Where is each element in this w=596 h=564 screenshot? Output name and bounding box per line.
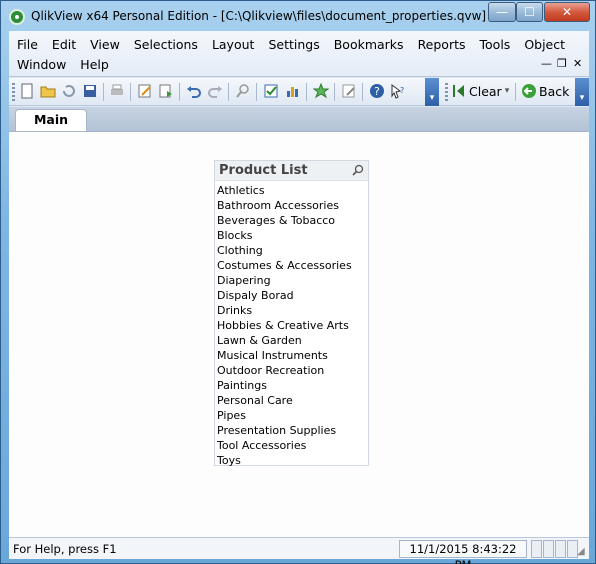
status-indicator: [543, 540, 554, 558]
close-button[interactable]: ✕: [544, 2, 590, 22]
resize-grip-icon[interactable]: ◢: [577, 546, 585, 557]
minimize-button[interactable]: —: [488, 2, 516, 22]
menu-view[interactable]: View: [86, 36, 128, 56]
list-item[interactable]: Outdoor Recreation: [215, 363, 368, 378]
menu-layout[interactable]: Layout: [208, 36, 263, 56]
toolbar-separator: [103, 83, 104, 101]
toolbar-separator: [306, 83, 307, 101]
menu-bar: File Edit View Selections Layout Setting…: [9, 31, 589, 77]
select-icon[interactable]: [263, 83, 279, 99]
toolbar-grip[interactable]: [445, 83, 448, 101]
menu-row-1: File Edit View Selections Layout Setting…: [13, 36, 575, 56]
clear-button[interactable]: Clear: [469, 82, 502, 102]
sheet-tab-strip: Main: [9, 107, 589, 132]
menu-edit[interactable]: Edit: [48, 36, 84, 56]
toolbar: ? ? ▾ Clear ▾ Back ▾: [9, 78, 589, 106]
listbox-title: Product List: [219, 163, 308, 178]
redo-icon[interactable]: [207, 83, 223, 99]
list-item[interactable]: Presentation Supplies: [215, 423, 368, 438]
mdi-minimize-button[interactable]: —: [541, 57, 552, 70]
mdi-restore-button[interactable]: ❐: [557, 57, 567, 70]
open-icon[interactable]: [40, 83, 56, 99]
new-icon[interactable]: [19, 83, 35, 99]
status-indicator: [531, 540, 542, 558]
back-arrow-icon: [521, 83, 537, 99]
search-icon[interactable]: [235, 83, 251, 99]
list-item[interactable]: Blocks: [215, 228, 368, 243]
toolbar-separator: [256, 83, 257, 101]
toolbar-overflow-button-2[interactable]: ▾: [575, 78, 589, 106]
tab-main[interactable]: Main: [15, 109, 87, 132]
toolbar-separator: [515, 83, 516, 101]
list-item[interactable]: Musical Instruments: [215, 348, 368, 363]
list-item[interactable]: Drinks: [215, 303, 368, 318]
clear-dropdown-icon[interactable]: ▾: [499, 83, 515, 99]
toolbar-overflow-button[interactable]: ▾: [425, 78, 439, 106]
list-item[interactable]: Athletics: [215, 183, 368, 198]
client-area: File Edit View Selections Layout Setting…: [9, 31, 589, 564]
menu-reports[interactable]: Reports: [414, 36, 474, 56]
sheet-area: Product List Athletics Bathroom Accessor…: [9, 131, 589, 537]
maximize-button[interactable]: ☐: [516, 2, 543, 22]
product-list-box[interactable]: Product List Athletics Bathroom Accessor…: [214, 160, 369, 468]
toolbar-separator: [179, 83, 180, 101]
print-icon[interactable]: [109, 83, 125, 99]
menu-window[interactable]: Window: [13, 56, 74, 76]
svg-text:?: ?: [374, 85, 380, 98]
menu-selections[interactable]: Selections: [130, 36, 206, 56]
search-icon[interactable]: [352, 164, 364, 176]
save-icon[interactable]: [82, 83, 98, 99]
back-button[interactable]: Back: [539, 82, 569, 102]
mdi-close-button[interactable]: ✕: [573, 57, 582, 70]
reload-script-icon[interactable]: [158, 83, 174, 99]
pointer-help-icon[interactable]: ?: [390, 83, 406, 99]
list-item[interactable]: Toys: [215, 453, 368, 468]
title-bar[interactable]: QlikView x64 Personal Edition - [C:\Qlik…: [1, 1, 595, 31]
favorite-icon[interactable]: [312, 82, 330, 99]
list-item[interactable]: Hobbies & Creative Arts: [215, 318, 368, 333]
status-indicator: [555, 540, 566, 558]
menu-help[interactable]: Help: [76, 56, 117, 76]
toolbar-separator: [228, 83, 229, 101]
toolbar-separator: [334, 83, 335, 101]
app-window: QlikView x64 Personal Edition - [C:\Qlik…: [0, 0, 596, 564]
chart-wizard-icon[interactable]: [285, 83, 301, 99]
qlikview-logo-icon[interactable]: [9, 9, 25, 25]
svg-text:?: ?: [400, 86, 404, 95]
status-help-text: For Help, press F1: [13, 542, 117, 556]
undo-icon[interactable]: [186, 83, 202, 99]
menu-tools[interactable]: Tools: [476, 36, 519, 56]
menu-row-2: Window Help: [13, 56, 119, 76]
edit-script-icon[interactable]: [137, 83, 153, 99]
status-datetime: 11/1/2015 8:43:22 PM: [399, 540, 527, 564]
reload-icon[interactable]: [61, 83, 77, 99]
menu-settings[interactable]: Settings: [264, 36, 327, 56]
menu-object[interactable]: Object: [520, 36, 573, 56]
list-item[interactable]: Beverages & Tobacco: [215, 213, 368, 228]
edit-object-icon[interactable]: [341, 83, 357, 99]
list-item[interactable]: Bathroom Accessories: [215, 198, 368, 213]
toolbar-separator: [362, 83, 363, 101]
menu-bookmarks[interactable]: Bookmarks: [330, 36, 412, 56]
listbox-caption[interactable]: Product List: [215, 161, 368, 181]
listbox-items: Athletics Bathroom Accessories Beverages…: [215, 181, 368, 468]
list-item[interactable]: Dispaly Borad: [215, 288, 368, 303]
window-title: QlikView x64 Personal Edition - [C:\Qlik…: [31, 9, 487, 23]
status-bar: For Help, press F1 11/1/2015 8:43:22 PM …: [9, 537, 589, 564]
list-item[interactable]: Diapering: [215, 273, 368, 288]
list-item[interactable]: Tool Accessories: [215, 438, 368, 453]
help-icon[interactable]: ?: [369, 83, 385, 99]
list-item[interactable]: Pipes: [215, 408, 368, 423]
list-item[interactable]: Lawn & Garden: [215, 333, 368, 348]
toolbar-separator: [130, 83, 131, 101]
list-item[interactable]: Paintings: [215, 378, 368, 393]
toolbar-grip[interactable]: [12, 83, 15, 101]
list-item[interactable]: Clothing: [215, 243, 368, 258]
clear-icon: [451, 83, 467, 99]
list-item[interactable]: Costumes & Accessories: [215, 258, 368, 273]
menu-file[interactable]: File: [13, 36, 46, 56]
list-item[interactable]: Personal Care: [215, 393, 368, 408]
